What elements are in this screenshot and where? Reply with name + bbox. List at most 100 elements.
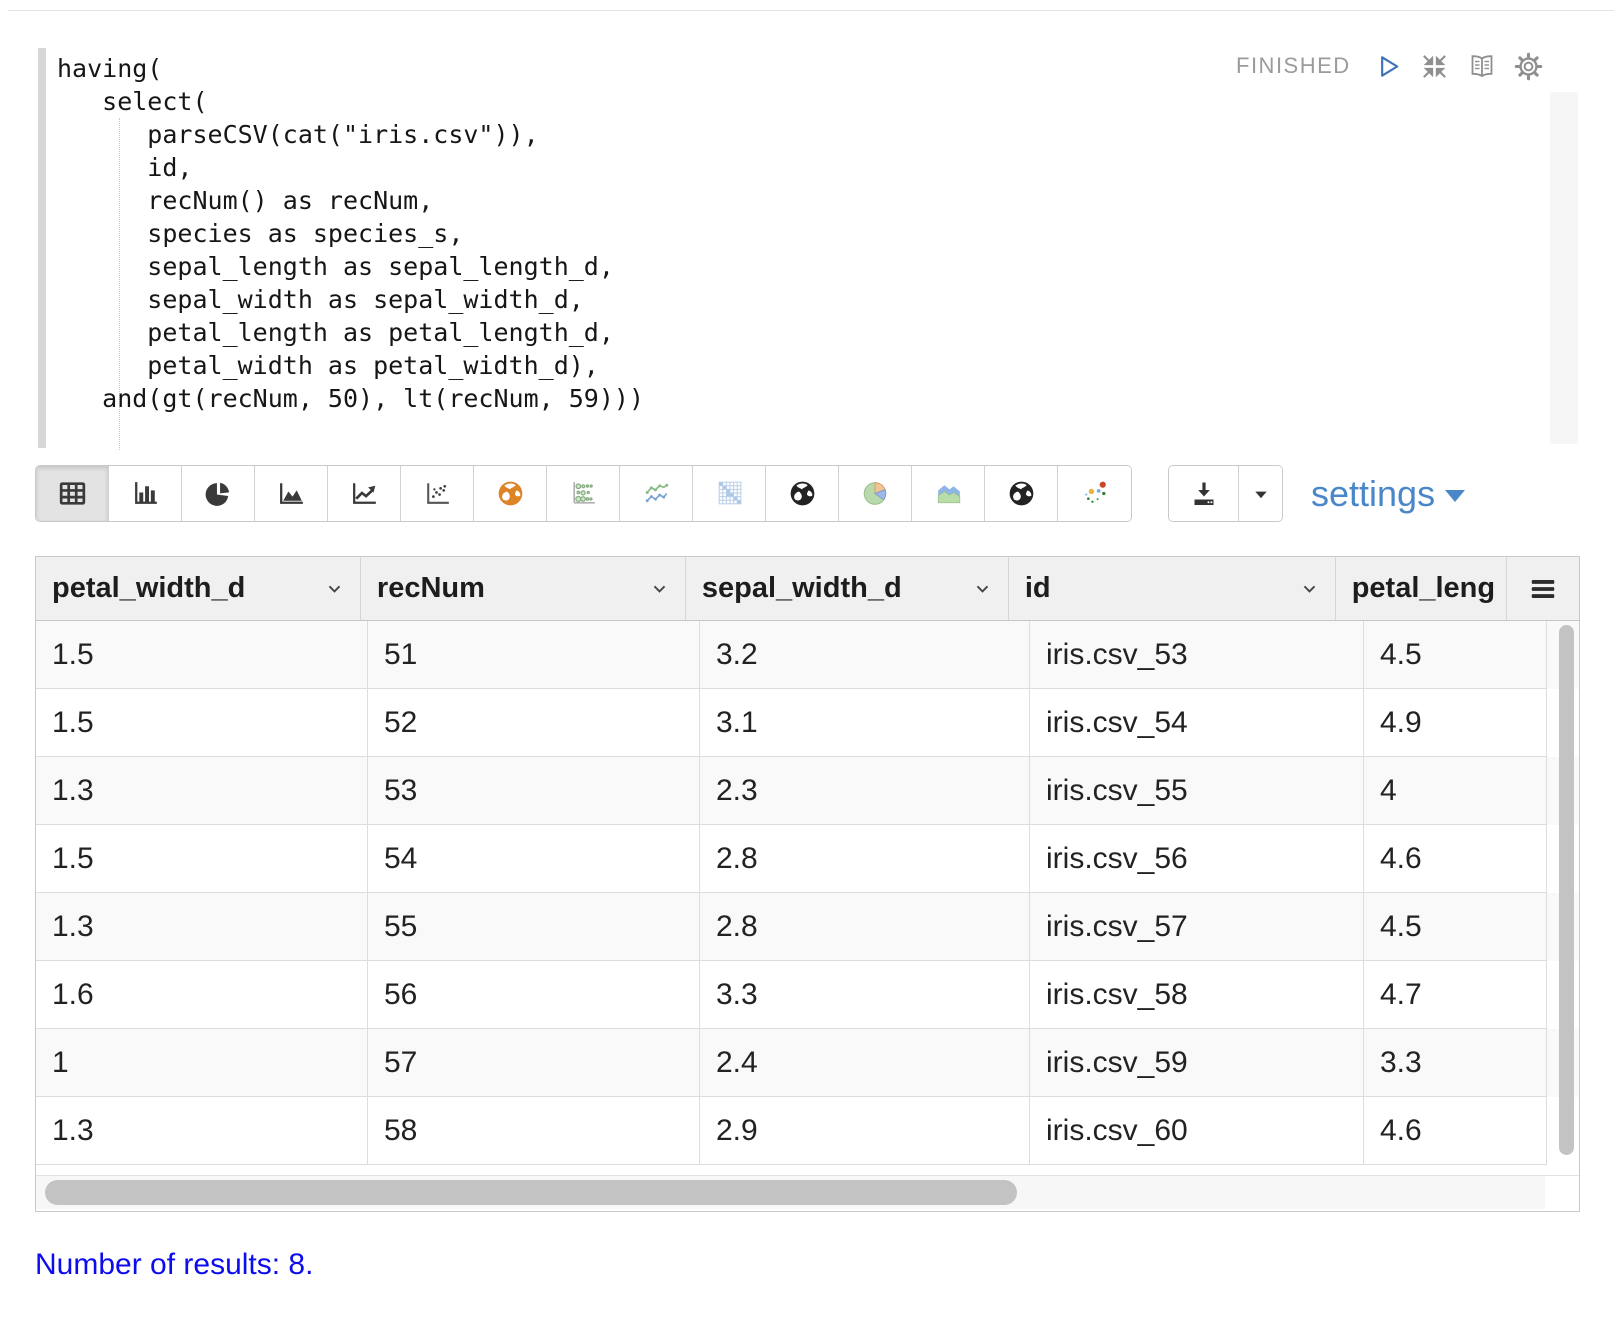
reader-button[interactable]	[1466, 50, 1498, 82]
download-button[interactable]	[1169, 466, 1239, 521]
line-chart-button[interactable]	[328, 466, 401, 521]
table-cell: 2.9	[700, 1097, 1030, 1165]
collapse-button[interactable]	[1419, 50, 1451, 82]
caret-down-icon	[1248, 481, 1274, 507]
table-cell: 53	[368, 757, 700, 825]
table-cell: 3.2	[700, 621, 1030, 689]
table-cell: 2.8	[700, 825, 1030, 893]
column-header-id[interactable]: id	[1009, 557, 1336, 620]
scatter-chart-button[interactable]	[401, 466, 474, 521]
table-row: 1.3 58 2.9 iris.csv_60 4.6	[36, 1097, 1579, 1165]
pie-pastel-icon	[859, 477, 892, 510]
table-cell: 3.3	[1364, 1029, 1547, 1097]
column-label: recNum	[376, 572, 485, 604]
chevron-down-icon[interactable]	[323, 577, 346, 600]
table-cell: iris.csv_54	[1030, 689, 1364, 757]
column-menu-cell[interactable]	[1507, 557, 1579, 620]
status-badge: FINISHED	[1236, 53, 1351, 78]
table-cell: 57	[368, 1029, 700, 1097]
horizontal-scrollbar-thumb[interactable]	[45, 1180, 1017, 1205]
column-header-petal_leng[interactable]: petal_leng	[1336, 557, 1507, 620]
menu-icon	[1525, 571, 1561, 607]
scrollbar-corner	[1545, 1176, 1579, 1210]
table-icon	[56, 477, 89, 510]
editor-scrollbar-track[interactable]	[1550, 92, 1578, 444]
table-header-row: petal_width_d recNum sepal_width_d id petal_…	[36, 557, 1579, 621]
table-cell: 1.3	[36, 757, 368, 825]
table-cell: 1.6	[36, 961, 368, 1029]
table-cell: iris.csv_53	[1030, 621, 1364, 689]
table-cell: 4	[1364, 757, 1547, 825]
table-cell: 4.6	[1364, 825, 1547, 893]
table-cell: iris.csv_55	[1030, 757, 1364, 825]
area-chart-icon	[275, 477, 308, 510]
globe-orange-icon	[494, 477, 527, 510]
chevron-down-icon[interactable]	[648, 577, 671, 600]
table-cell: iris.csv_57	[1030, 893, 1364, 961]
column-header-sepal_width_d[interactable]: sepal_width_d	[686, 557, 1009, 620]
table-row: 1.5 54 2.8 iris.csv_56 4.6	[36, 825, 1579, 893]
bubble-chart-button[interactable]	[547, 466, 620, 521]
column-label: petal_width_d	[52, 572, 246, 604]
column-header-recNum[interactable]: recNum	[361, 557, 686, 620]
table-cell: iris.csv_58	[1030, 961, 1364, 1029]
chevron-down-icon[interactable]	[1298, 577, 1321, 600]
table-cell: 4.5	[1364, 893, 1547, 961]
table-cell: 4.9	[1364, 689, 1547, 757]
column-label: petal_leng	[1351, 572, 1496, 604]
download-options-button[interactable]	[1239, 466, 1282, 521]
table-cell: 55	[368, 893, 700, 961]
run-button[interactable]	[1372, 50, 1404, 82]
download-icon	[1188, 478, 1220, 510]
download-group	[1168, 465, 1283, 522]
scatter-chart-icon	[421, 477, 454, 510]
chart-type-toolbar	[35, 465, 1132, 522]
bar-chart-button[interactable]	[109, 466, 182, 521]
table-row: 1.5 52 3.1 iris.csv_54 4.9	[36, 689, 1579, 757]
heatmap-icon	[713, 477, 746, 510]
pie-chart-button[interactable]	[182, 466, 255, 521]
table-cell: 3.1	[700, 689, 1030, 757]
table-cell: 1.5	[36, 689, 368, 757]
scatter-chart-alt-button[interactable]	[1058, 466, 1131, 521]
results-table: petal_width_d recNum sepal_width_d id petal_…	[35, 556, 1580, 1212]
table-cell: iris.csv_56	[1030, 825, 1364, 893]
table-cell: 54	[368, 825, 700, 893]
table-cell: 1	[36, 1029, 368, 1097]
heatmap-chart-button[interactable]	[693, 466, 766, 521]
globe-chart-2-button[interactable]	[985, 466, 1058, 521]
table-view-button[interactable]	[36, 466, 109, 521]
table-cell: 2.4	[700, 1029, 1030, 1097]
table-cell: 1.3	[36, 1097, 368, 1165]
vertical-scrollbar-thumb[interactable]	[1559, 625, 1574, 1155]
line-chart-icon	[348, 477, 381, 510]
area-chart-button[interactable]	[255, 466, 328, 521]
code-content[interactable]: having( select( parseCSV(cat("iris.csv")…	[57, 52, 644, 415]
reader-icon	[1466, 50, 1498, 82]
multi-line-chart-button[interactable]	[620, 466, 693, 521]
table-body: 1.5 51 3.2 iris.csv_53 4.5 1.5 52 3.1 iris.csv_5…	[36, 621, 1579, 1165]
table-row: 1.6 56 3.3 iris.csv_58 4.7	[36, 961, 1579, 1029]
editor-gutter	[38, 48, 46, 448]
settings-gear-button[interactable]	[1513, 50, 1545, 82]
settings-link[interactable]: settings	[1311, 465, 1466, 522]
globe-chart-button[interactable]	[766, 466, 839, 521]
globe-dark-icon	[786, 477, 819, 510]
horizontal-scrollbar-track[interactable]	[36, 1175, 1579, 1210]
chevron-down-icon[interactable]	[971, 577, 994, 600]
table-row: 1.5 51 3.2 iris.csv_53 4.5	[36, 621, 1579, 689]
column-header-petal_width_d[interactable]: petal_width_d	[36, 557, 361, 620]
area-pastel-icon	[932, 477, 965, 510]
code-editor[interactable]: having( select( parseCSV(cat("iris.csv")…	[38, 48, 1578, 450]
table-row: 1.3 55 2.8 iris.csv_57 4.5	[36, 893, 1579, 961]
settings-caret-icon	[1445, 489, 1466, 502]
scatter-color-icon	[1078, 477, 1111, 510]
table-cell: 1.3	[36, 893, 368, 961]
table-cell: 4.6	[1364, 1097, 1547, 1165]
map-chart-button[interactable]	[474, 466, 547, 521]
pie-chart-alt-button[interactable]	[839, 466, 912, 521]
area-chart-alt-button[interactable]	[912, 466, 985, 521]
table-row: 1 57 2.4 iris.csv_59 3.3	[36, 1029, 1579, 1097]
table-cell: 2.3	[700, 757, 1030, 825]
table-cell: 3.3	[700, 961, 1030, 1029]
